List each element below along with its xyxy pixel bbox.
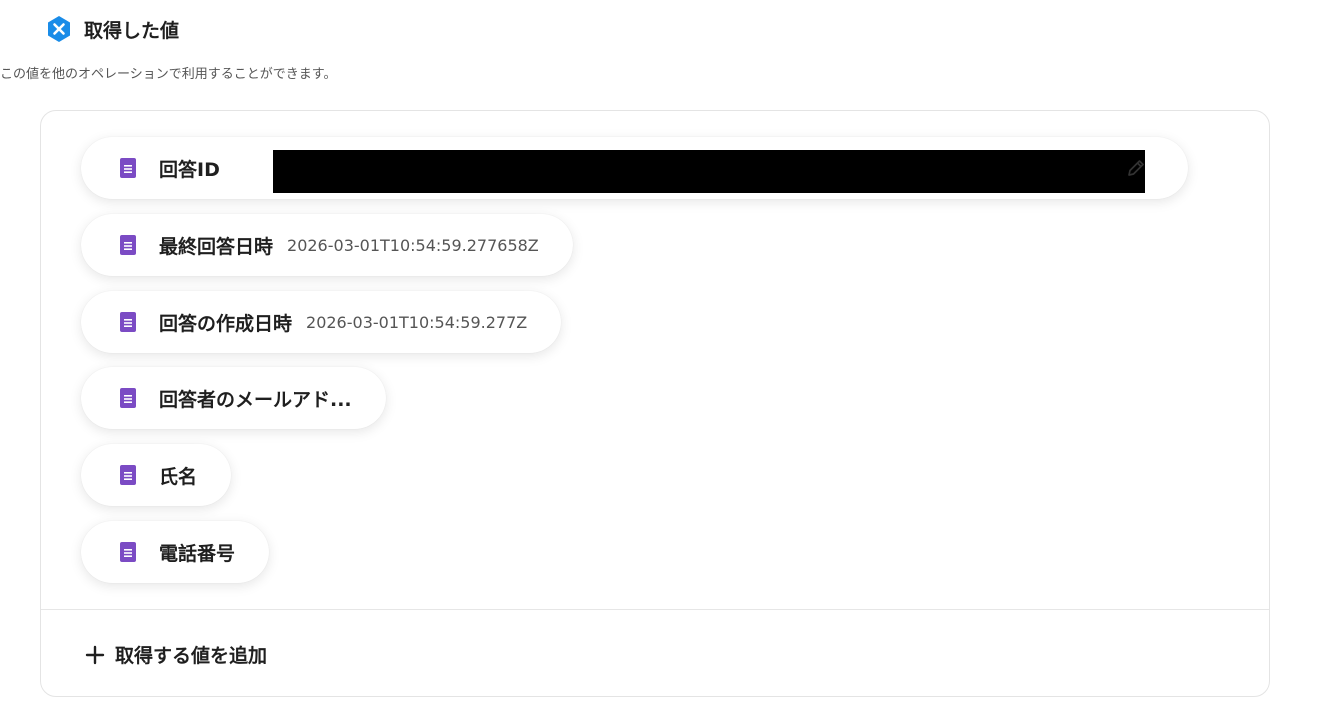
field-chip[interactable]: 氏名 — [81, 444, 232, 506]
google-forms-icon — [119, 311, 137, 333]
field-label: 氏名 — [159, 465, 198, 488]
field-chip[interactable]: 回答者のメールアド... — [81, 367, 386, 429]
google-forms-icon — [119, 157, 137, 179]
field-value: 2026-03-01T10:54:59.277Z — [306, 312, 528, 332]
close-x-icon — [44, 14, 74, 44]
field-chip[interactable]: 最終回答日時 2026-03-01T10:54:59.277658Z — [81, 214, 573, 276]
pencil-icon[interactable] — [1124, 156, 1148, 180]
field-value: 2026-03-01T10:54:59.277658Z — [287, 235, 539, 255]
redacted-value — [273, 150, 1145, 193]
field-label: 回答者のメールアド... — [159, 388, 352, 411]
section-header: 取得した値 — [44, 14, 179, 44]
field-chip[interactable]: 回答の作成日時 2026-03-01T10:54:59.277Z — [81, 291, 562, 353]
add-value-button[interactable]: 取得する値を追加 — [85, 641, 267, 668]
google-forms-icon — [119, 464, 137, 486]
divider — [41, 609, 1269, 610]
plus-icon — [85, 645, 105, 665]
google-forms-icon — [119, 387, 137, 409]
google-forms-icon — [119, 234, 137, 256]
section-title: 取得した値 — [84, 19, 180, 42]
field-label: 回答の作成日時 — [159, 312, 293, 335]
google-forms-icon — [119, 541, 137, 563]
field-label: 電話番号 — [159, 542, 236, 565]
field-chip-response-id[interactable]: 回答ID — [81, 137, 1188, 199]
section-description: この値を他のオペレーションで利用することができます。 — [0, 67, 337, 82]
fields-panel: 回答ID 最終回答日時 2026-03-01T10:54:59.277658Z … — [40, 110, 1270, 697]
field-label: 最終回答日時 — [159, 235, 274, 258]
field-chip[interactable]: 電話番号 — [81, 521, 270, 583]
add-value-label: 取得する値を追加 — [115, 645, 268, 667]
field-label: 回答ID — [159, 158, 220, 181]
